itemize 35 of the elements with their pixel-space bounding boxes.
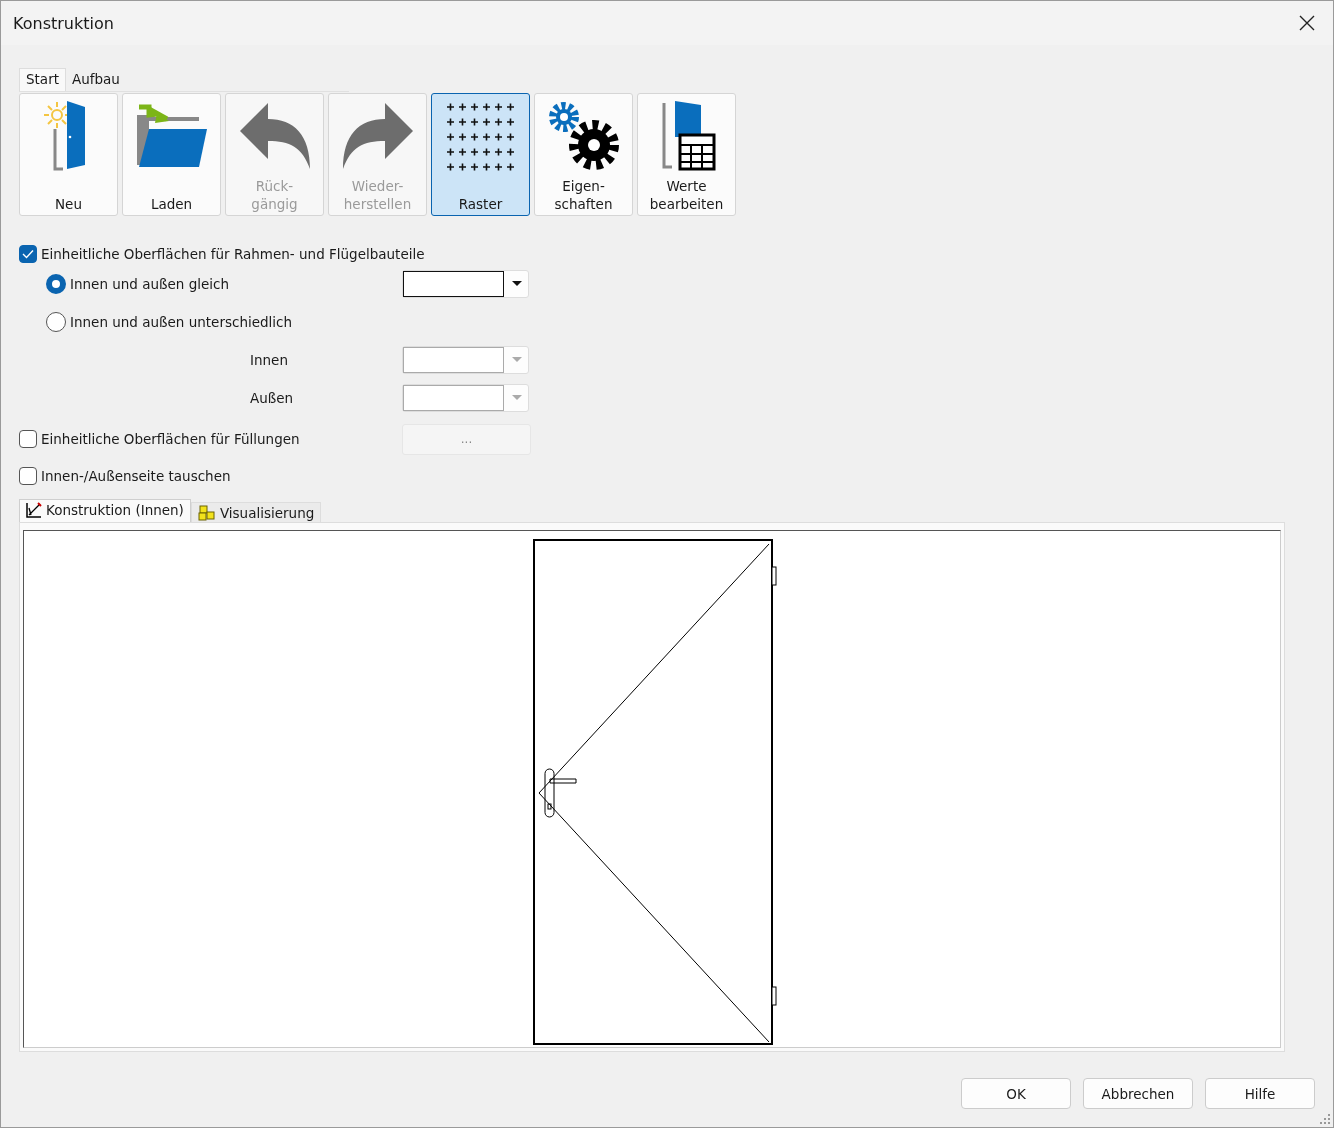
caret-icon	[512, 357, 522, 363]
drafting-icon	[26, 502, 42, 518]
toolbar-button[interactable]: Laden	[122, 93, 221, 216]
color-dropdown[interactable]	[402, 270, 529, 298]
resize-grip-icon[interactable]	[1320, 1114, 1330, 1124]
folder-icon	[134, 103, 209, 167]
checkbox[interactable]	[19, 245, 37, 263]
ribbon-tab[interactable]: Start	[19, 68, 66, 91]
checkbox-label: Innen-/Außenseite tauschen	[41, 468, 231, 484]
dialog-button[interactable]: OK	[961, 1078, 1071, 1109]
radio-label: Innen und außen gleich	[70, 276, 231, 292]
ribbon-tab[interactable]: Aufbau	[66, 70, 126, 91]
radio-button[interactable]	[46, 312, 66, 332]
toolbar-button[interactable]: Eigen- schaften	[534, 93, 633, 216]
dialog-button[interactable]: Hilfe	[1205, 1078, 1315, 1109]
caret-icon	[512, 395, 522, 401]
checkbox-label: Einheitliche Oberflächen für Rahmen- und Flügelbauteile	[41, 246, 425, 262]
dialog-button[interactable]: Abbrechen	[1083, 1078, 1193, 1109]
toolbar-button[interactable]: Werte bearbeiten	[637, 93, 736, 216]
checkmark-icon	[22, 249, 34, 259]
checkbox-label: Einheitliche Oberflächen für Füllungen	[41, 431, 301, 447]
field-label: Außen	[249, 390, 295, 406]
view-tab[interactable]: Visualisierung	[190, 502, 322, 522]
toolbar-button[interactable]: Neu	[19, 93, 118, 216]
caret-icon	[512, 281, 522, 287]
toolbar-button[interactable]: Raster	[431, 93, 530, 216]
cubes-icon	[197, 505, 216, 521]
checkbox[interactable]	[19, 430, 37, 448]
radio-label: Innen und außen unterschiedlich	[70, 314, 294, 330]
view-tab[interactable]: Konstruktion (Innen)	[19, 499, 191, 522]
window-title: Konstruktion	[13, 13, 114, 33]
field-label: Innen	[249, 352, 289, 368]
close-icon[interactable]	[1299, 15, 1315, 31]
radio-button[interactable]	[46, 274, 66, 294]
checkbox[interactable]	[19, 467, 37, 485]
